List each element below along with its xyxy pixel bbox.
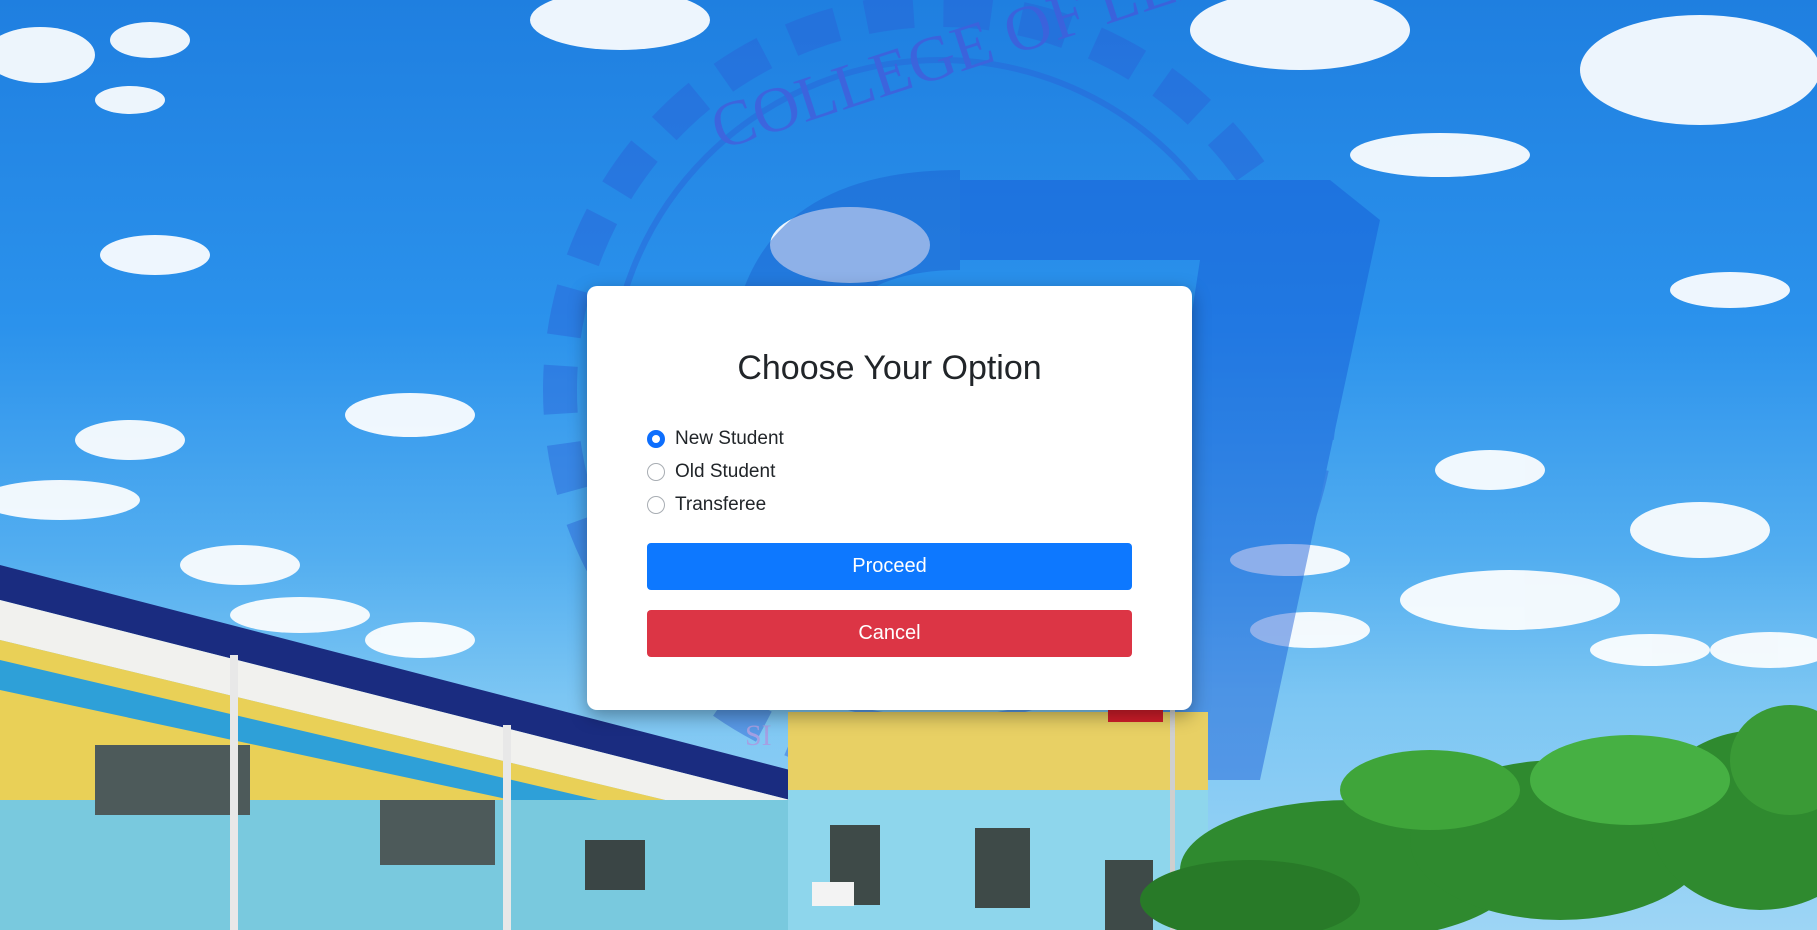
option-label-transferee: Transferee bbox=[675, 493, 767, 515]
radio-old-student[interactable] bbox=[647, 462, 665, 481]
cancel-button[interactable]: Cancel bbox=[647, 610, 1132, 657]
dialog-title: Choose Your Option bbox=[737, 349, 1042, 387]
option-label-old-student: Old Student bbox=[675, 460, 776, 482]
proceed-button[interactable]: Proceed bbox=[647, 543, 1132, 590]
background-scene: COLLEGE OF LEARNING SI Choose Your Optio… bbox=[0, 0, 1817, 930]
radio-new-student[interactable] bbox=[647, 429, 665, 448]
option-radio-group: New Student Old Student Transferee bbox=[647, 422, 1132, 521]
option-old-student[interactable]: Old Student bbox=[647, 455, 1132, 488]
radio-transferee[interactable] bbox=[647, 495, 665, 514]
option-transferee[interactable]: Transferee bbox=[647, 488, 1132, 521]
option-new-student[interactable]: New Student bbox=[647, 422, 1132, 455]
option-label-new-student: New Student bbox=[675, 427, 784, 449]
option-dialog: Choose Your Option New Student Old Stude… bbox=[587, 286, 1192, 710]
